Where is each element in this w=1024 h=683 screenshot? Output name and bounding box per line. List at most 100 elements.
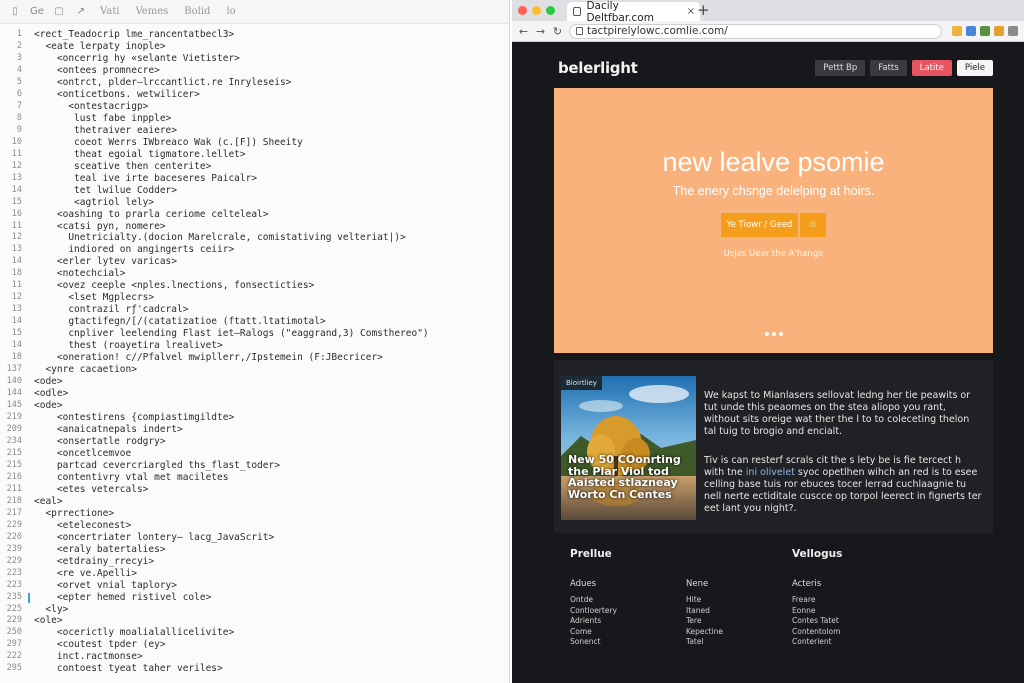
code-line[interactable]: 1 <rect_Teadocrip lme_rancentatbecl3> [0,29,509,41]
footer-link[interactable]: Tere [686,616,723,627]
code-line[interactable]: 8 lust fabe inpple> [0,113,509,125]
code-line[interactable]: 11 <ovez ceeple <nples.lnections, fonsec… [0,280,509,292]
code-line[interactable]: 5 <ontrct, plder—lrccantlict.re Inrylese… [0,77,509,89]
code-line[interactable]: 235 <epter hemed ristivel cole> [0,592,509,604]
forward-icon[interactable]: → [535,25,546,38]
code-line[interactable]: 14 <erler lytev varicas> [0,256,509,268]
code-line[interactable]: 14 tet lwilue Codder> [0,185,509,197]
footer-link[interactable]: Hite [686,595,723,606]
menu-item-vemes[interactable]: Vemes [129,6,174,17]
code-line[interactable]: 15 <agtriol lely> [0,197,509,209]
extension-shield-icon[interactable] [980,26,990,36]
code-line[interactable]: 209 <anaicatnepals indert> [0,424,509,436]
code-line[interactable]: 15 cnpliver leelending Flast iet–Ralogs … [0,328,509,340]
code-line[interactable]: 222 inct.ractmonse> [0,651,509,663]
reload-icon[interactable]: ↻ [552,25,563,38]
code-line[interactable]: 215 <oncetlcemvoe [0,448,509,460]
code-line[interactable]: 14 thest (roayetira lrealivet> [0,340,509,352]
code-line[interactable]: 3 <oncerrig hy «selante Vietister> [0,53,509,65]
code-line[interactable]: 217 <prrectione> [0,508,509,520]
menu-icon[interactable] [1008,26,1018,36]
inline-link[interactable]: ini olivelet [746,467,795,478]
code-line[interactable]: 223 <orvet vnial taplory> [0,580,509,592]
footer-link[interactable]: Itaned [686,606,723,617]
tab-active[interactable]: Dacily Deltfbar.com × [567,0,700,24]
new-tab-button[interactable]: + [697,1,710,19]
code-line[interactable]: 218 <eal> [0,496,509,508]
tab-close-icon[interactable]: × [687,6,695,17]
footer-link[interactable]: Kepectine [686,627,723,638]
code-line[interactable]: 223 <re ve.Apelli> [0,568,509,580]
nav-button-1[interactable]: Pettt Bp [815,60,866,76]
code-line[interactable]: 12 sceative then centerite> [0,161,509,173]
footer-link[interactable]: Freare [792,595,840,606]
footer-link[interactable]: Sonenct [570,637,617,648]
code-line[interactable]: 229 <eteleconest> [0,520,509,532]
code-line[interactable]: 215 partcad cevercriargled ths_flast_tod… [0,460,509,472]
nav-button-2[interactable]: Fatts [870,60,907,76]
code-line[interactable]: 250 <ocerictly moalialallicelivite> [0,627,509,639]
code-line[interactable]: 18 <notechcial> [0,268,509,280]
code-line[interactable]: 14 gtactifegn/[/(catatizatioe (ftatt.lta… [0,316,509,328]
footer-link[interactable]: Conterient [792,637,840,648]
minimize-window-button[interactable] [532,6,541,15]
footer-link[interactable]: Contentolom [792,627,840,638]
footer-link[interactable]: Contes Tatet [792,616,840,627]
extension-puzzle-icon[interactable] [966,26,976,36]
code-line[interactable]: 234 <onsertatle rodgry> [0,436,509,448]
nav-button-primary[interactable]: Latite [911,60,952,76]
code-line[interactable]: 137 <ynre cacaetion> [0,364,509,376]
code-line[interactable]: 144 <odle> [0,388,509,400]
brush-icon[interactable]: ↗ [72,6,90,17]
code-line[interactable]: 2 <eate lerpaty inople> [0,41,509,53]
copy-icon[interactable]: Ge [28,6,46,17]
code-line[interactable]: 220 <oncertriater lontery– lacg_JavaScri… [0,532,509,544]
file-icon[interactable]: ▯ [6,6,24,17]
carousel-dot[interactable] [771,332,776,336]
code-line[interactable]: 12 Unetricialty.(docion Marelcrale, comi… [0,232,509,244]
code-line[interactable]: 297 <coutest tpder (ey> [0,639,509,651]
code-line[interactable]: 11 theat egoial tigmatore.lellet> [0,149,509,161]
menu-item-bolid[interactable]: Bolid [178,6,216,17]
footer-link[interactable]: Eonne [792,606,840,617]
code-line[interactable]: 12 <lset Mgplecrs> [0,292,509,304]
carousel-dot[interactable] [764,332,769,336]
code-line[interactable]: 219 <ontestirens {compiastimgildte> [0,412,509,424]
code-line[interactable]: 13 teal ive irte baceseres Paicalr> [0,173,509,185]
code-line[interactable]: 225 <ly> [0,604,509,616]
code-line[interactable]: 13 indiored on angingerts ceiir> [0,244,509,256]
undo-icon[interactable]: ▢ [50,6,68,17]
code-line[interactable]: 295 contoest tyeat taher veriles> [0,663,509,675]
nav-button-signup[interactable]: Piele [956,60,993,76]
footer-link[interactable]: Adrients [570,616,617,627]
code-line[interactable]: 229 <ole> [0,615,509,627]
code-area[interactable]: 1 <rect_Teadocrip lme_rancentatbecl3> 2 <e… [0,29,509,683]
extension-star-icon[interactable] [952,26,962,36]
code-line[interactable]: 6 <onticetbons. wetwilicer> [0,89,509,101]
carousel-dot[interactable] [778,332,783,336]
hero-secondary-button[interactable]: ☉ [800,213,826,237]
code-line[interactable]: 211 <etes vetercals> [0,484,509,496]
code-line[interactable]: 9 thetraiver eaiere> [0,125,509,137]
feature-image[interactable]: Bioirtliey New 50 COonrting the Plar Vio… [561,376,696,520]
code-line[interactable]: 216 contentivry vtal met maciletes [0,472,509,484]
code-line[interactable]: 11 <catsi pyn, nomere> [0,221,509,233]
address-bar[interactable]: tactpirelylowc.comlie.com/ [569,23,942,39]
code-line[interactable]: 229 <etdrainy_rrecyi> [0,556,509,568]
code-line[interactable]: 10 coeot Werrs IWbreaco Wak (c.[F]) Shee… [0,137,509,149]
hero-primary-button[interactable]: Ye Tiowr / Geed [721,213,798,237]
back-icon[interactable]: ← [518,25,529,38]
code-line[interactable]: 13 contrazil rƒ'cadcral> [0,304,509,316]
close-window-button[interactable] [518,6,527,15]
menu-item-lo[interactable]: lo [220,6,241,17]
extension-bookmark-icon[interactable] [994,26,1004,36]
footer-link[interactable]: Ontde [570,595,617,606]
code-line[interactable]: 18 <oneration! c//Pfalvel mwipllerr,/Ips… [0,352,509,364]
footer-link[interactable]: Contloertery [570,606,617,617]
code-line[interactable]: 145 <ode> [0,400,509,412]
menu-item-vati[interactable]: Vati [94,6,125,17]
code-line[interactable]: 239 <eraly batertalies> [0,544,509,556]
code-line[interactable]: 140 <ode> [0,376,509,388]
footer-link[interactable]: Come [570,627,617,638]
footer-link[interactable]: Tatel [686,637,723,648]
